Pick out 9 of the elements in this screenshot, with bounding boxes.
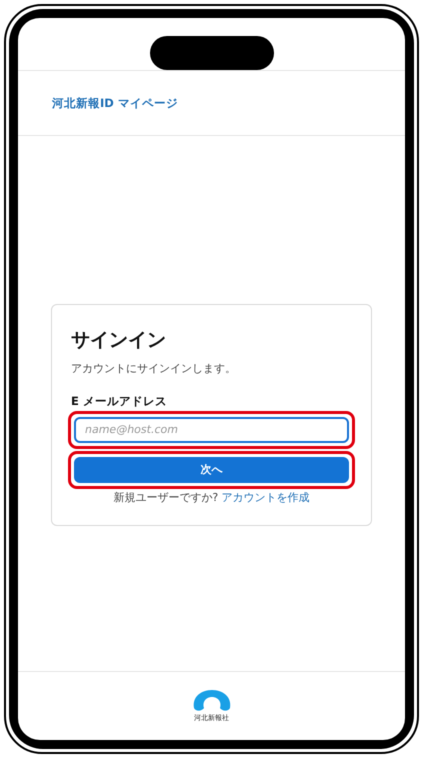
signup-prompt: 新規ユーザーですか? (113, 490, 218, 504)
email-label: E メールアドレス (71, 394, 168, 408)
site-title: 河北新報ID マイページ (52, 96, 178, 110)
next-button[interactable]: 次へ (74, 456, 349, 482)
signin-title: サインイン (71, 328, 167, 352)
create-account-link[interactable]: アカウントを作成 (222, 490, 310, 504)
signin-subtitle: アカウントにサインインします。 (71, 360, 237, 376)
email-field[interactable]: name@host.com (74, 416, 349, 442)
logo-icon (192, 690, 232, 712)
